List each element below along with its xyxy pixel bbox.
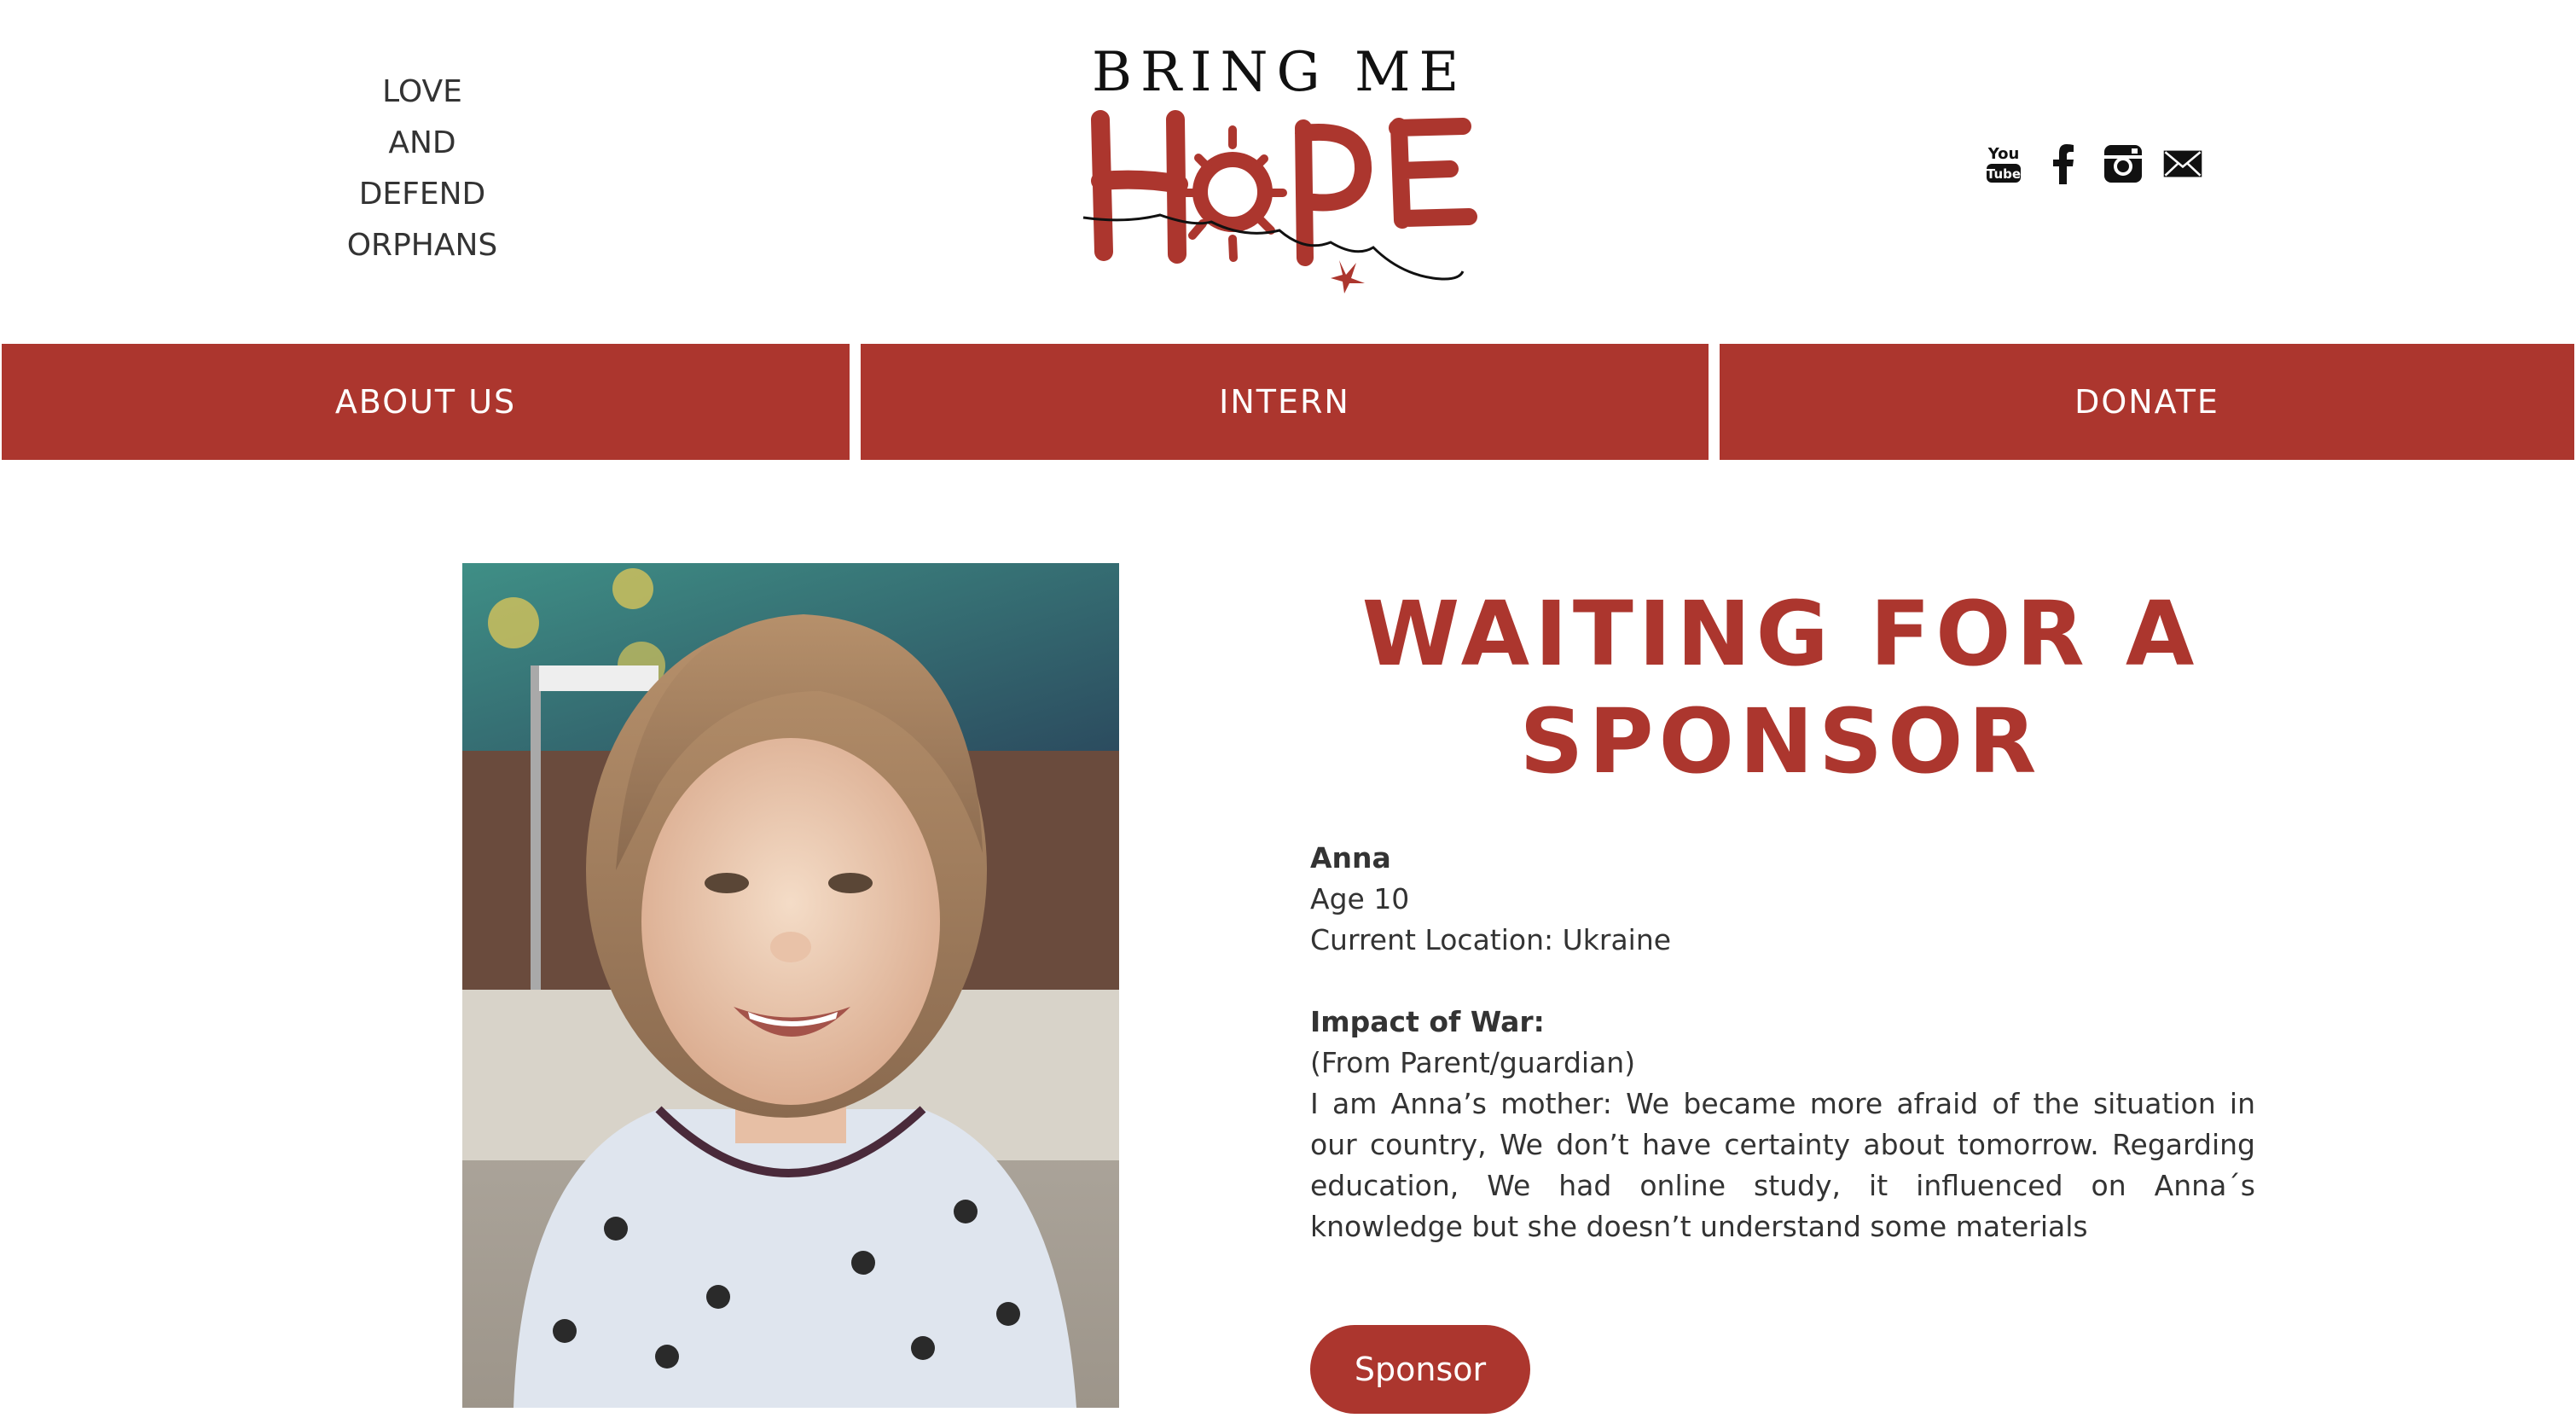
title-line: WAITING FOR A: [1361, 582, 2200, 686]
social-links: You Tube: [1983, 143, 2203, 184]
site-logo[interactable]: BRING ME: [1075, 34, 1484, 299]
tagline-line: LOVE: [382, 74, 462, 109]
tagline-line: AND: [388, 125, 456, 160]
child-name: Anna: [1310, 841, 1391, 875]
facebook-icon[interactable]: [2043, 143, 2084, 184]
instagram-icon[interactable]: [2103, 143, 2144, 184]
logo-hope-graphic: [1082, 110, 1477, 293]
tagline-line: ORPHANS: [346, 228, 498, 263]
child-location: Current Location: Ukraine: [1310, 923, 1672, 956]
youtube-icon[interactable]: You Tube: [1983, 143, 2024, 184]
impact-title: Impact of War:: [1310, 1005, 1545, 1038]
sponsor-button[interactable]: Sponsor: [1310, 1325, 1530, 1414]
page-title: WAITING FOR A SPONSOR: [1305, 580, 2256, 795]
child-photo: [462, 563, 1119, 1408]
tagline: LOVE AND DEFEND ORPHANS: [337, 67, 508, 271]
main-nav: ABOUT US INTERN DONATE: [0, 344, 2576, 460]
nav-about-us[interactable]: ABOUT US: [2, 344, 850, 460]
child-info: Anna Age 10 Current Location: Ukraine Im…: [1310, 838, 2255, 1247]
nav-donate[interactable]: DONATE: [1720, 344, 2574, 460]
svg-text:You: You: [1987, 145, 2020, 163]
nav-intern[interactable]: INTERN: [861, 344, 1709, 460]
impact-text: I am Anna’s mother: We became more afrai…: [1310, 1087, 2255, 1243]
tagline-line: DEFEND: [358, 177, 486, 212]
title-line: SPONSOR: [1519, 689, 2042, 793]
svg-text:Tube: Tube: [1987, 166, 2021, 182]
mail-icon[interactable]: [2162, 143, 2203, 184]
child-age: Age 10: [1310, 882, 1410, 915]
page: LOVE AND DEFEND ORPHANS BRING ME You Tub…: [0, 0, 2576, 1418]
impact-source: (From Parent/guardian): [1310, 1046, 1636, 1079]
